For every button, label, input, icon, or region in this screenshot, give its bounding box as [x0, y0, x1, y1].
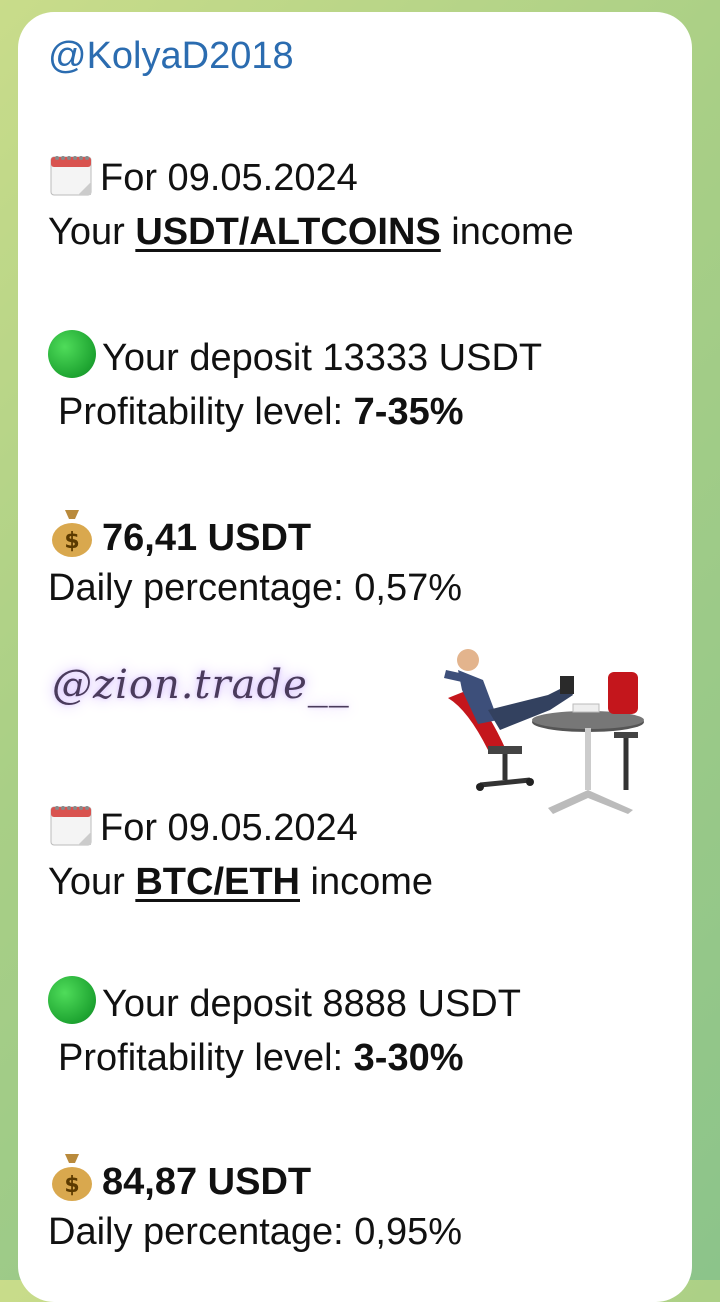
sender-name[interactable]: @KolyaD2018: [48, 34, 294, 78]
pair-label: USDT/ALTCOINS: [135, 211, 441, 253]
deposit-line-1: Your deposit 13333 USDT: [48, 330, 542, 380]
money-bag-icon: $: [48, 506, 96, 568]
green-circle-icon: [48, 976, 96, 1024]
date-label: For 09.05.2024: [100, 807, 358, 849]
date-label: For 09.05.2024: [100, 157, 358, 199]
deposit-text: Your deposit 13333 USDT: [102, 337, 543, 379]
date-line-2: For 09.05.2024: [48, 802, 358, 858]
income-suffix: income: [440, 211, 574, 253]
profit-label: Profitability level:: [58, 1037, 354, 1079]
calendar-icon: [48, 802, 94, 858]
watermark-text: @zion.trade__: [52, 662, 350, 708]
income-prefix: Your: [48, 211, 136, 253]
calendar-icon: [48, 152, 94, 208]
daily-line-2: Daily percentage: 0,95%: [48, 1211, 463, 1253]
profit-line-1: Profitability level: 7-35%: [58, 390, 464, 434]
green-circle-icon: [48, 330, 96, 378]
amount-line-1: $ 76,41 USDT: [48, 506, 311, 568]
daily-line-1: Daily percentage: 0,57%: [48, 567, 463, 609]
date-line-1: For 09.05.2024: [48, 152, 358, 208]
amount-value: 76,41 USDT: [102, 517, 312, 559]
money-bag-icon: $: [48, 1150, 96, 1212]
income-line-2: Your BTC/ETH income: [48, 860, 433, 904]
profit-label: Profitability level:: [58, 391, 354, 433]
profit-value: 3-30%: [353, 1037, 464, 1079]
income-prefix: Your: [48, 861, 136, 903]
deposit-text: Your deposit 8888 USDT: [102, 983, 521, 1025]
pair-label: BTC/ETH: [135, 861, 300, 903]
businessman-chair-illustration: [444, 649, 644, 814]
profit-line-2: Profitability level: 3-30%: [58, 1036, 464, 1080]
profit-value: 7-35%: [353, 391, 464, 433]
amount-line-2: $ 84,87 USDT: [48, 1150, 311, 1212]
svg-text:$: $: [64, 529, 79, 554]
income-suffix: income: [300, 861, 434, 903]
income-line-1: Your USDT/ALTCOINS income: [48, 210, 574, 254]
deposit-line-2: Your deposit 8888 USDT: [48, 976, 521, 1026]
amount-value: 84,87 USDT: [102, 1161, 312, 1203]
svg-text:$: $: [64, 1173, 79, 1198]
